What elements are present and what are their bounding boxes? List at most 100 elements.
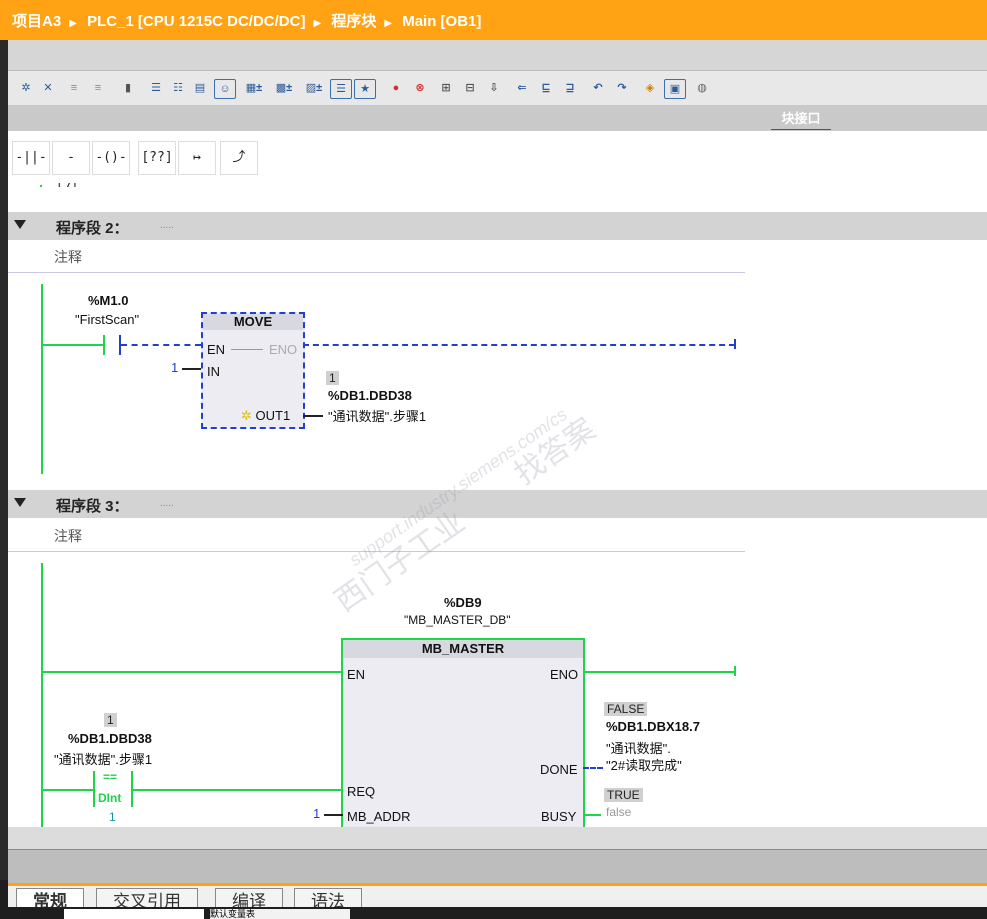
mb-addr-value[interactable]: 1 <box>313 806 320 821</box>
network-2-header[interactable]: 程序段 2： ..... <box>8 212 987 240</box>
monitor-icon[interactable]: ◈ <box>640 79 660 97</box>
mb-done-pin: DONE <box>540 762 578 777</box>
clear-breakpoint-icon[interactable]: ⊗ <box>410 79 430 97</box>
breadcrumb-separator-icon: ▶ <box>384 18 393 29</box>
rung-end <box>734 666 736 676</box>
output-value: 1 <box>326 371 339 385</box>
editor-header-bar <box>8 40 987 71</box>
breadcrumb-plc[interactable]: PLC_1 [CPU 1215C DC/DC/DC] <box>87 13 305 30</box>
branch-icon[interactable]: ▮ <box>118 79 138 97</box>
add-row-icon[interactable]: ≡ <box>88 79 108 97</box>
list-alt-icon[interactable]: ☷ <box>168 79 188 97</box>
power-rail <box>41 284 43 474</box>
network-title: 程序段 3： <box>56 498 129 515</box>
favorites-icon[interactable]: ★ <box>354 79 376 99</box>
mb-eno-pin: ENO <box>550 667 579 682</box>
mb-busy-pin: BUSY <box>541 809 577 824</box>
out-wire <box>303 415 323 417</box>
left-edge-panel <box>0 40 8 880</box>
busy-wire <box>583 814 601 816</box>
mb-master-box[interactable]: MB_MASTER EN ENO REQ DONE MB_ADDR BUSY <box>341 638 585 827</box>
mb-en-pin: EN <box>347 667 366 682</box>
comment-icon[interactable]: ☺ <box>214 79 236 99</box>
mb-master-title: MB_MASTER <box>343 640 583 658</box>
symbol-info-icon[interactable]: ▨± <box>300 79 328 97</box>
insert-row-icon[interactable]: ≡ <box>64 79 84 97</box>
move-in-value[interactable]: 1 <box>171 360 178 375</box>
block-interface-bar: 块接口 <box>8 105 987 131</box>
taskbar-strip: 默认变量表 <box>0 907 987 919</box>
breakpoint-icon[interactable]: ● <box>386 79 406 97</box>
network-3-header[interactable]: 程序段 3： ..... <box>8 490 987 518</box>
comment-divider <box>8 272 745 273</box>
delete-network-icon[interactable]: ✕ <box>38 79 58 97</box>
block-interface-label: 块接口 <box>781 111 821 126</box>
output-symbol[interactable]: "通讯数据".步骤1 <box>328 406 426 425</box>
block-icon[interactable]: ▤ <box>190 79 210 97</box>
network-title-placeholder[interactable]: ..... <box>160 498 174 509</box>
rung-wire-false <box>121 344 201 346</box>
done-address: %DB1.DBX18.7 <box>606 719 700 734</box>
mb-req-pin: REQ <box>347 784 376 799</box>
taskbar-default-tag-table[interactable]: 默认变量表 <box>210 909 350 919</box>
sparkle-icon: ✲ <box>241 408 256 423</box>
breadcrumb: 项目A3 ▶ PLC_1 [CPU 1215C DC/DC/DC] ▶ 程序块 ▶ M… <box>12 10 487 31</box>
move-eno-pin: ENO <box>269 342 298 357</box>
done-value: FALSE <box>604 702 648 716</box>
open-branch-button[interactable]: ↦ <box>178 141 216 175</box>
editor-status-strip <box>8 827 987 849</box>
symbolic-operand-icon[interactable]: ▩± <box>270 79 298 97</box>
editor-toolbar: ✲ ✕ ≡ ≡ ▮ ☰ ☷ ▤ ☺ ▦± ▩± ▨± ☰ ★ ● ⊗ ⊞ ⊟ ⇩… <box>8 71 987 106</box>
req-wire <box>133 789 343 791</box>
coil-button[interactable]: -()- <box>92 141 130 175</box>
empty-box-button[interactable]: [??] <box>138 141 176 175</box>
call-icon[interactable]: ↶ <box>588 79 608 97</box>
network-comment[interactable]: 注释 <box>54 247 82 267</box>
database-icon[interactable]: ◍ <box>692 79 712 97</box>
jump-back-icon[interactable]: ⊒ <box>560 79 580 97</box>
mb-addr-wire <box>324 814 343 816</box>
move-box[interactable]: MOVE EN ENO IN ✲ OUT1 <box>201 312 305 429</box>
ladder-editor-canvas[interactable]: 程序段 2： ..... 注释 %M1.0 "FirstScan" MOVE E… <box>8 187 987 827</box>
compare-left-bar[interactable] <box>93 771 95 807</box>
breadcrumb-separator-icon: ▶ <box>69 18 77 29</box>
instance-db-address: %DB9 <box>444 595 482 610</box>
breadcrumb-program-blocks[interactable]: 程序块 <box>331 13 376 30</box>
instance-db-symbol[interactable]: "MB_MASTER_DB" <box>404 613 511 627</box>
network-title: 程序段 2： <box>56 220 129 237</box>
set-icon[interactable]: ⊞ <box>436 79 456 97</box>
rung-end <box>734 339 736 349</box>
network-title-placeholder[interactable]: ..... <box>160 220 174 231</box>
list-icon[interactable]: ☰ <box>146 79 166 97</box>
in-wire <box>182 368 201 370</box>
monitor-toggle-icon[interactable]: ▣ <box>664 79 686 99</box>
rung-wire <box>43 344 103 346</box>
jump-icon[interactable]: ⊑ <box>536 79 556 97</box>
inspector-splitter[interactable] <box>8 849 987 884</box>
network-comment[interactable]: 注释 <box>54 526 82 546</box>
absolute-operand-icon[interactable]: ▦± <box>240 79 268 97</box>
power-rail <box>41 563 43 827</box>
contact-symbol: "FirstScan" <box>75 312 140 327</box>
rung-wire-false <box>303 344 735 346</box>
reset-icon[interactable]: ⊟ <box>460 79 480 97</box>
compare-address: %DB1.DBD38 <box>68 731 152 746</box>
close-branch-button[interactable]: ⤴ <box>220 141 258 175</box>
ladder-favorites-bar: -||- -|/|- -()- [??] ↦ ⤴ <box>8 131 987 197</box>
step-icon[interactable]: ⇩ <box>484 79 504 97</box>
go-to-icon[interactable]: ⇐ <box>512 79 532 97</box>
normally-open-contact-button[interactable]: -||- <box>12 141 50 175</box>
insert-network-icon[interactable]: ✲ <box>16 79 36 97</box>
watermark-url: support.industry.siemens.com/cs <box>345 404 571 571</box>
breadcrumb-project[interactable]: 项目A3 <box>12 13 61 30</box>
outline-icon[interactable]: ☰ <box>330 79 352 99</box>
collapse-triangle-icon[interactable] <box>14 498 26 507</box>
taskbar-field[interactable] <box>64 909 204 919</box>
compare-symbol[interactable]: "通讯数据".步骤1 <box>54 749 152 768</box>
done-symbol-line2[interactable]: "2#读取完成" <box>606 755 682 774</box>
breadcrumb-main-ob1[interactable]: Main [OB1] <box>402 13 481 30</box>
collapse-triangle-icon[interactable] <box>14 220 26 229</box>
return-icon[interactable]: ↷ <box>612 79 632 97</box>
normally-closed-contact-button[interactable]: -|/|- <box>52 141 90 197</box>
contact-left-bar[interactable] <box>103 335 105 355</box>
